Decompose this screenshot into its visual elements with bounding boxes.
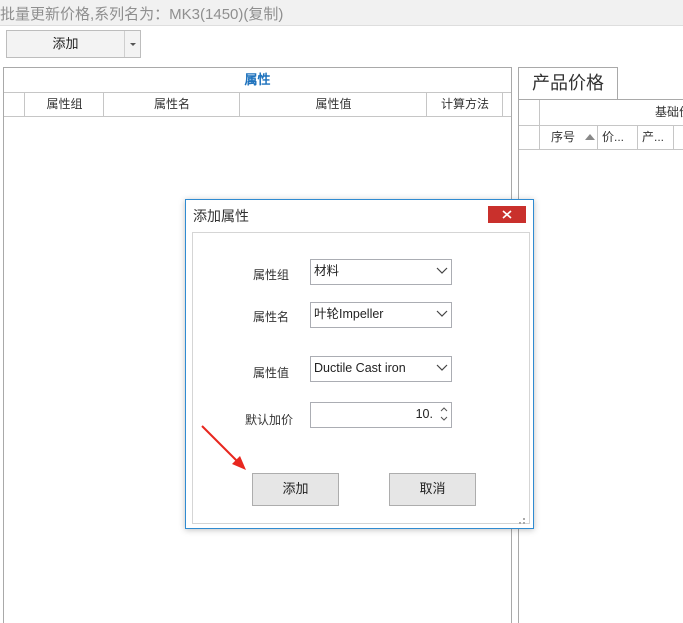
dialog-add-button[interactable]: 添加 xyxy=(252,473,339,506)
add-split-button[interactable]: 添加 xyxy=(6,30,141,58)
column-header-index-label: 序号 xyxy=(551,130,576,144)
dialog-title: 添加属性 xyxy=(193,208,249,224)
sort-up-icon xyxy=(585,134,595,140)
price-panel: 基础价 序号 价... 产... xyxy=(518,99,683,623)
column-header-index[interactable]: 序号 xyxy=(539,125,597,149)
dialog-close-button[interactable] xyxy=(488,206,526,223)
tab-product-price[interactable]: 产品价格 xyxy=(518,67,618,100)
column-header-price[interactable]: 价... xyxy=(597,125,637,149)
chevron-down-icon xyxy=(436,267,448,274)
chevron-down-icon xyxy=(130,43,136,46)
column-header-filler xyxy=(673,125,683,149)
row-indicator-column xyxy=(4,92,24,116)
price-spinner[interactable]: 10. xyxy=(310,402,452,428)
name-label: 属性名 xyxy=(252,310,289,324)
column-header-filler xyxy=(502,92,512,116)
attribute-panel-header: 属性 xyxy=(4,68,511,93)
column-header-method[interactable]: 计算方法 xyxy=(426,92,503,116)
value-label: 属性值 xyxy=(252,366,289,380)
chevron-down-icon xyxy=(436,364,448,371)
price-group-header: 基础价 xyxy=(519,100,683,126)
value-select[interactable]: Ductile Cast iron xyxy=(310,356,452,382)
dialog-content: 属性组 材料 属性名 叶轮Impeller 属性值 Ductile Cast i… xyxy=(192,232,530,524)
column-header-name[interactable]: 属性名 xyxy=(103,92,240,116)
dialog-cancel-button[interactable]: 取消 xyxy=(389,473,476,506)
base-price-header: 基础价 xyxy=(655,105,683,119)
column-header-product[interactable]: 产... xyxy=(637,125,673,149)
add-attribute-dialog: 添加属性 属性组 材料 属性名 叶轮Impeller 属性值 Ductile C… xyxy=(185,199,534,529)
group-header-divider xyxy=(539,100,540,125)
window-title: 批量更新价格,系列名为：MK3(1450)(复制) xyxy=(0,6,284,23)
attribute-table-header: 属性组 属性名 属性值 计算方法 xyxy=(4,92,511,117)
group-select[interactable]: 材料 xyxy=(310,259,452,285)
column-header-value[interactable]: 属性值 xyxy=(239,92,427,116)
red-arrow-annotation xyxy=(201,425,246,470)
add-dropdown-toggle[interactable] xyxy=(125,31,141,57)
row-indicator-column xyxy=(519,125,539,149)
name-select-value: 叶轮Impeller xyxy=(314,307,384,321)
price-table-header: 序号 价... 产... xyxy=(519,125,683,150)
spinner-up-down-icon xyxy=(440,407,448,421)
close-icon xyxy=(502,210,512,219)
group-label: 属性组 xyxy=(252,268,289,282)
group-select-value: 材料 xyxy=(314,264,340,278)
spinner-buttons[interactable] xyxy=(438,404,450,424)
column-header-group[interactable]: 属性组 xyxy=(24,92,104,116)
resize-grip-icon[interactable] xyxy=(515,514,527,526)
add-button[interactable]: 添加 xyxy=(7,31,124,57)
value-select-value: Ductile Cast iron xyxy=(314,361,406,375)
name-select[interactable]: 叶轮Impeller xyxy=(310,302,452,328)
price-spinner-value: 10. xyxy=(415,407,433,421)
chevron-down-icon xyxy=(436,310,448,317)
window-titlebar: 批量更新价格,系列名为：MK3(1450)(复制) xyxy=(0,0,683,26)
